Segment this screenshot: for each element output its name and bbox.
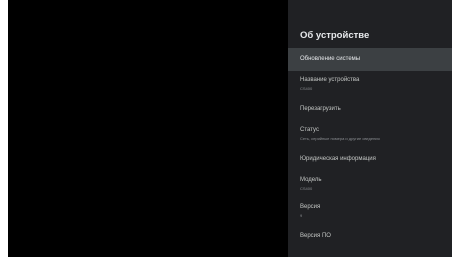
menu-item-label: Перезагрузить [300,105,341,112]
menu-item-label: Модель [300,177,322,184]
menu-item-subtitle: Сеть, серийные номера и другие сведения [300,135,380,141]
menu-item-status[interactable]: Статус Сеть, серийные номера и другие св… [288,121,452,148]
menu-item-label: Версия [300,204,321,211]
tv-screen: Об устройстве Обновление системы Названи… [8,0,452,257]
settings-menu: Обновление системы Название устройства C… [288,48,452,248]
panel-title: Об устройстве [300,30,370,41]
menu-item-label: Обновление системы [300,55,361,62]
menu-item-label: Юридическая информация [300,155,376,162]
menu-item-device-name[interactable]: Название устройства CS400 [288,71,452,98]
menu-item-label: Статус [300,127,319,134]
menu-item-label: Название устройства [300,77,360,84]
menu-item-software-version[interactable]: Версия ПО [288,225,452,248]
settings-panel: Об устройстве Обновление системы Названи… [288,0,452,257]
menu-item-subtitle: CS400 [300,185,313,191]
menu-item-system-update[interactable]: Обновление системы [288,48,452,71]
menu-item-legal-info[interactable]: Юридическая информация [288,148,452,171]
menu-item-subtitle: 9 [300,212,303,218]
menu-item-label: Версия ПО [300,232,331,239]
menu-item-subtitle: CS400 [300,85,313,91]
menu-item-restart[interactable]: Перезагрузить [288,98,452,121]
menu-item-model[interactable]: Модель CS400 [288,171,452,198]
menu-item-version[interactable]: Версия 9 [288,198,452,225]
